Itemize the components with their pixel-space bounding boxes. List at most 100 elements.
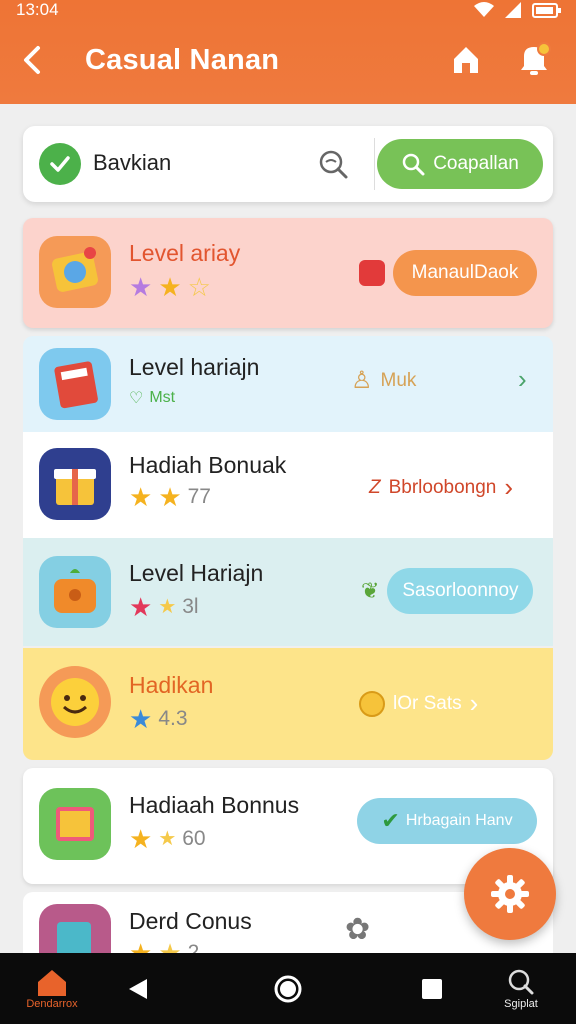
gift-box-art bbox=[39, 236, 111, 308]
star-icon: ★ bbox=[158, 596, 177, 618]
star-icon: ★ bbox=[129, 824, 153, 854]
rating-value: 60 bbox=[182, 827, 206, 850]
book-art bbox=[39, 348, 111, 420]
star-icon: ★ bbox=[158, 828, 177, 850]
rating-stars: ★ ★ ☆ bbox=[129, 274, 211, 300]
rating-value: 4.3 bbox=[158, 707, 188, 730]
action-button[interactable]: Sasorloonnoy bbox=[387, 568, 534, 614]
action-label: Bbrloobongn bbox=[388, 476, 497, 498]
action-label: Muk bbox=[380, 369, 417, 391]
back-arrow-icon[interactable] bbox=[18, 44, 50, 76]
nav-back[interactable] bbox=[118, 953, 158, 1024]
row-action: ❦ Sasorloonnoy bbox=[361, 568, 534, 614]
app-bar: 13:04 Casual Nanan bbox=[0, 0, 576, 104]
level-row-1[interactable]: Level ariay ★ ★ ☆ ManaulDaok bbox=[23, 218, 553, 328]
search-label: Bavkian bbox=[93, 150, 172, 175]
home-icon bbox=[454, 47, 478, 73]
level-name: Hadikan bbox=[129, 672, 214, 698]
page-title: Casual Nanan bbox=[85, 44, 280, 76]
status-bar: 13:04 bbox=[0, 0, 576, 22]
action-label: Sasorloonnoy bbox=[402, 580, 519, 601]
level-row-2[interactable]: Level hariajn ♡ Mst ♙ Muk › bbox=[23, 336, 553, 432]
nav-home-circle[interactable] bbox=[268, 953, 308, 1024]
level-name: Derd Conus bbox=[129, 908, 252, 934]
rating: ★ ★ 77 bbox=[129, 484, 211, 510]
recents-square-icon bbox=[422, 978, 442, 999]
nav-recents[interactable] bbox=[412, 953, 452, 1024]
level-detail-text: Mst bbox=[149, 389, 176, 406]
rating: ★ ★ 60 bbox=[129, 826, 206, 852]
level-name: Level hariajn bbox=[129, 354, 260, 380]
fruit-box-art bbox=[39, 556, 111, 628]
search-icon[interactable] bbox=[317, 148, 349, 180]
level-name: Hadiah Bonuak bbox=[129, 452, 287, 478]
status-icons bbox=[474, 2, 562, 21]
check-icon bbox=[39, 143, 81, 185]
person-icon: ♙ bbox=[351, 367, 373, 394]
star-outline-icon: ☆ bbox=[187, 272, 211, 302]
nav-label: Sgiplat bbox=[504, 997, 538, 1010]
level-row-4[interactable]: Level Hariajn ★ ★ 3l ❦ Sasorloonnoy bbox=[23, 538, 553, 646]
magnifier-icon bbox=[402, 153, 425, 176]
star-icon: ★ bbox=[158, 272, 182, 302]
search-icon bbox=[508, 969, 534, 994]
chevron-right-icon: › bbox=[504, 472, 514, 502]
check-icon: ✔ bbox=[381, 808, 400, 833]
zap-icon: Z bbox=[369, 476, 381, 498]
chevron-right-icon[interactable]: › bbox=[518, 364, 527, 395]
row-action: ManaulDaok bbox=[359, 250, 537, 296]
level-row-5[interactable]: Hadikan ★ 4.3 lOr Sats › bbox=[23, 648, 553, 760]
wifi-icon bbox=[474, 2, 494, 21]
star-icon: ★ bbox=[129, 592, 153, 622]
battery-icon bbox=[532, 2, 562, 21]
star-icon: ★ bbox=[129, 704, 153, 734]
gift-art bbox=[39, 448, 111, 520]
chevron-right-icon: › bbox=[469, 688, 479, 718]
star-icon: ★ bbox=[158, 482, 182, 512]
bell-icon bbox=[521, 42, 551, 75]
search-button-label: Coapallan bbox=[433, 153, 519, 174]
search-button[interactable]: Coapallan bbox=[377, 139, 543, 189]
nav-search[interactable]: Sgiplat bbox=[496, 953, 546, 1024]
smiley-art bbox=[39, 666, 111, 738]
rating: ★ 4.3 bbox=[129, 706, 188, 732]
action-button[interactable]: ManaulDaok bbox=[393, 250, 537, 296]
row-action[interactable]: lOr Sats › bbox=[359, 688, 478, 719]
divider bbox=[374, 138, 375, 190]
back-triangle-icon bbox=[129, 978, 147, 999]
heart-icon: ♡ bbox=[129, 390, 144, 407]
level-row-3[interactable]: Hadiah Bonuak ★ ★ 77 Z Bbrloobongn › bbox=[23, 432, 553, 538]
row-action[interactable]: Z Bbrloobongn › bbox=[369, 472, 513, 503]
home-button[interactable] bbox=[446, 40, 486, 80]
action-button[interactable]: ✔ Hrbagain Hanv bbox=[357, 798, 537, 844]
action-label: Hrbagain Hanv bbox=[405, 812, 513, 829]
home-icon bbox=[38, 969, 66, 996]
action-label: lOr Sats bbox=[393, 692, 462, 714]
bottom-navigation: Dendarrox Sgiplat bbox=[0, 953, 576, 1024]
level-name: Hadiaah Bonnus bbox=[129, 792, 300, 818]
nav-label: Dendarrox bbox=[26, 997, 78, 1010]
coin-icon bbox=[359, 690, 385, 717]
level-detail: ♡ Mst bbox=[129, 388, 175, 408]
star-icon: ★ bbox=[129, 482, 153, 512]
home-circle-icon bbox=[274, 975, 302, 1002]
notification-button[interactable] bbox=[514, 40, 554, 80]
status-time: 13:04 bbox=[16, 0, 59, 19]
action-label: ManaulDaok bbox=[411, 262, 519, 283]
level-name: Level Hariajn bbox=[129, 560, 264, 586]
rating-value: 3l bbox=[182, 595, 199, 618]
rating-value: 77 bbox=[187, 485, 211, 508]
tablet-art bbox=[39, 788, 111, 860]
star-icon: ★ bbox=[129, 272, 153, 302]
puzzle-icon[interactable]: ✿ bbox=[345, 912, 370, 947]
settings-fab[interactable] bbox=[464, 848, 556, 940]
signal-icon bbox=[504, 2, 522, 21]
nav-home[interactable]: Dendarrox bbox=[20, 953, 84, 1024]
header: Casual Nanan bbox=[0, 36, 576, 88]
level-name: Level ariay bbox=[129, 240, 241, 266]
badge-icon bbox=[359, 260, 385, 286]
row-action[interactable]: ♙ Muk bbox=[351, 366, 416, 395]
search-card: Bavkian Coapallan bbox=[23, 126, 553, 202]
settings-gear-icon bbox=[491, 875, 529, 913]
leaf-icon: ❦ bbox=[361, 578, 380, 603]
